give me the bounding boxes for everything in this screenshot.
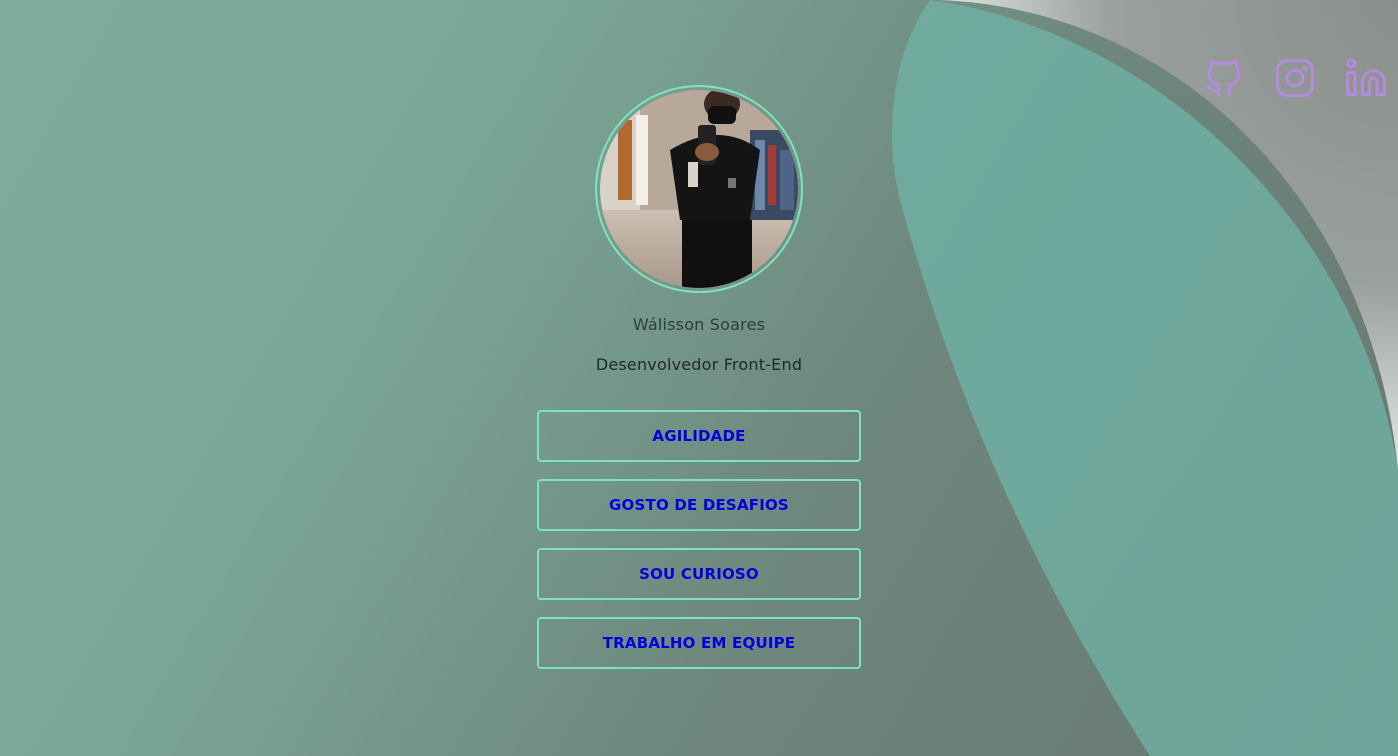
instagram-icon [1276,59,1314,97]
skill-button-trabalho-em-equipe[interactable]: TRABALHO EM EQUIPE [537,617,861,669]
github-link[interactable] [1202,56,1246,100]
profile-role: Desenvolvedor Front-End [595,355,803,374]
skill-button-agilidade[interactable]: AGILIDADE [537,410,861,462]
linkedin-link[interactable] [1344,56,1388,100]
avatar [600,90,798,288]
social-links [1202,56,1388,100]
skill-button-gosto-de-desafios[interactable]: GOSTO DE DESAFIOS [537,479,861,531]
skills-list: AGILIDADE GOSTO DE DESAFIOS SOU CURIOSO … [537,410,861,669]
profile-name: Wálisson Soares [632,315,766,334]
avatar-ring [595,85,803,293]
profile-card: Wálisson Soares Desenvolvedor Front-End … [0,0,1398,669]
skill-button-sou-curioso[interactable]: SOU CURIOSO [537,548,861,600]
linkedin-icon [1346,58,1386,96]
github-icon [1206,60,1241,96]
instagram-link[interactable] [1273,56,1317,100]
